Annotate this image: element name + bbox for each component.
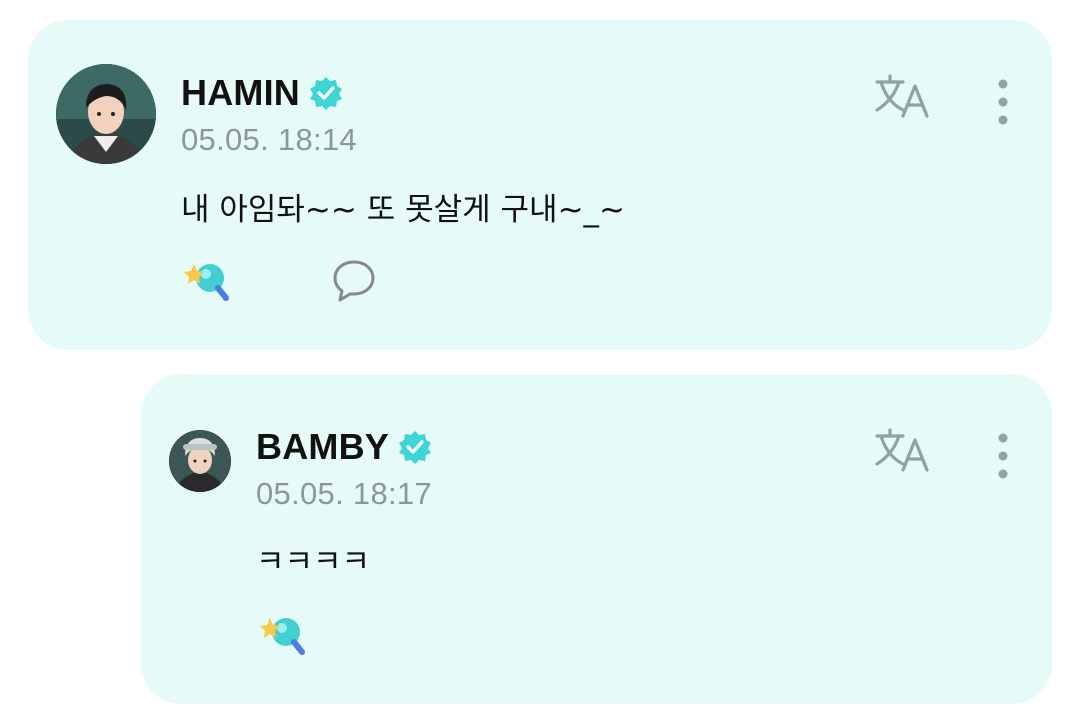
- verified-badge-icon: [397, 429, 433, 465]
- more-options-icon[interactable]: [988, 76, 1018, 128]
- translate-icon[interactable]: [873, 424, 933, 476]
- fan-reaction-icon[interactable]: [256, 610, 308, 658]
- post-message: ㅋㅋㅋㅋ: [256, 544, 371, 580]
- post-card-bamby: BAMBY 05.05. 18:17 ㅋㅋㅋㅋ: [141, 374, 1052, 704]
- translate-icon[interactable]: [873, 70, 933, 122]
- post-card-hamin: HAMIN 05.05. 18:14 내 아임돠~~ 또 못살게 구내~_~: [28, 20, 1052, 350]
- verified-badge-icon: [308, 75, 344, 111]
- more-options-icon[interactable]: [988, 430, 1018, 482]
- author-name-hamin[interactable]: HAMIN: [181, 72, 344, 114]
- post-timestamp: 05.05. 18:17: [256, 476, 432, 511]
- avatar-hamin[interactable]: [56, 64, 156, 164]
- fan-reaction-icon[interactable]: [180, 256, 232, 304]
- comment-icon[interactable]: [331, 258, 377, 304]
- avatar-bamby[interactable]: [169, 430, 231, 492]
- post-timestamp: 05.05. 18:14: [181, 122, 357, 157]
- author-name-text: HAMIN: [181, 72, 300, 113]
- author-name-bamby[interactable]: BAMBY: [256, 426, 433, 468]
- post-message: 내 아임돠~~ 또 못살게 구내~_~: [181, 192, 626, 228]
- author-name-text: BAMBY: [256, 426, 389, 467]
